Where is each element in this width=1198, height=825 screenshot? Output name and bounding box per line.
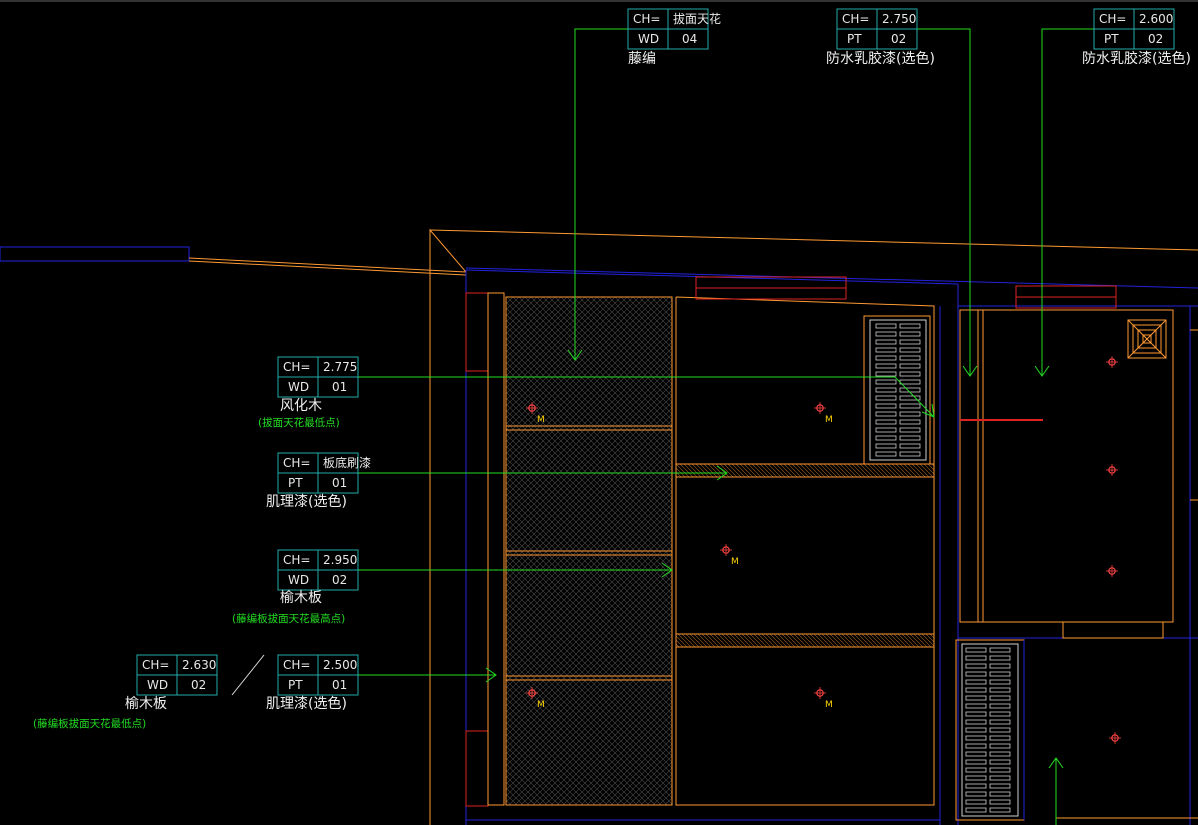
cad-ceiling-plan: M M M M M CH= 拔面天花 WD 04 藤编 CH= 2.750 PT 02 防水乳胶漆(选色)…: [0, 0, 1198, 825]
tag-label: 风化木: [280, 398, 322, 414]
tag-code: PT: [288, 476, 303, 490]
light-fixture: M: [814, 687, 833, 710]
tag-note: (藤编板拔面天花最低点): [33, 717, 146, 730]
light-marker: M: [537, 415, 545, 425]
tag-number: 02: [332, 573, 347, 587]
tag-key: CH=: [283, 553, 310, 567]
tag-number: 01: [332, 678, 347, 692]
tag-code: WD: [288, 380, 309, 394]
tag-label: 藤编: [628, 51, 656, 67]
tag-left-5: CH= 2.500 PT 01 肌理漆(选色): [266, 654, 359, 712]
light-fixture: [1106, 565, 1118, 577]
tag-key: CH=: [633, 12, 660, 26]
tag-label: 榆木板: [280, 590, 322, 606]
tag-code: WD: [147, 678, 168, 692]
light-marker: M: [825, 700, 833, 710]
light-fixture: M: [814, 402, 833, 425]
tag-left-3: CH= 2.950 WD 02 榆木板 (藤编板拔面天花最高点): [232, 549, 359, 625]
tag-key: CH=: [283, 456, 310, 470]
tag-number: 01: [332, 380, 347, 394]
tag-value: 2.600: [1139, 12, 1173, 26]
tag-key: CH=: [283, 360, 310, 374]
tag-left-1: CH= 2.775 WD 01 风化木 (拔面天花最低点): [258, 356, 359, 429]
tag-label: 防水乳胶漆(选色): [1082, 50, 1191, 67]
tag-value: 2.500: [323, 658, 357, 672]
light-fixture: M: [720, 544, 739, 567]
walls: [0, 228, 1198, 825]
tag-value: 2.950: [323, 553, 357, 567]
tag-key: CH=: [842, 12, 869, 26]
tag-key: CH=: [283, 658, 310, 672]
tag-key: CH=: [142, 658, 169, 672]
tag-number: 02: [891, 32, 906, 46]
leader-lines: [358, 28, 1094, 825]
tag-code: PT: [1104, 32, 1119, 46]
light-fixture: [1106, 356, 1118, 368]
tag-label: 防水乳胶漆(选色): [826, 50, 935, 67]
tag-number: 02: [191, 678, 206, 692]
tag-label: 肌理漆(选色): [266, 493, 347, 510]
tag-value: 2.630: [182, 658, 216, 672]
light-marker: M: [825, 415, 833, 425]
tag-value: 2.775: [323, 360, 357, 374]
tag-left-4: CH= 2.630 WD 02 榆木板 (藤编板拔面天花最低点): [33, 654, 218, 730]
tag-top-1: CH= 拔面天花 WD 04 藤编: [627, 8, 721, 67]
vent-slats: [875, 323, 1011, 813]
tag-value: 板底刷漆: [323, 455, 371, 470]
light-marker: M: [731, 557, 739, 567]
tag-label: 肌理漆(选色): [266, 695, 347, 712]
tag-code: WD: [638, 32, 659, 46]
tag-left-2: CH= 板底刷漆 PT 01 肌理漆(选色): [266, 452, 371, 510]
tag-code: PT: [288, 678, 303, 692]
tag-note: (藤编板拔面天花最高点): [232, 612, 345, 625]
tag-top-3: CH= 2.600 PT 02 防水乳胶漆(选色): [1082, 8, 1191, 67]
tag-code: PT: [847, 32, 862, 46]
tag-value: 2.750: [882, 12, 916, 26]
tag-top-2: CH= 2.750 PT 02 防水乳胶漆(选色): [826, 8, 935, 67]
tag-key: CH=: [1099, 12, 1126, 26]
tag-number: 01: [332, 476, 347, 490]
tag-number: 04: [682, 32, 697, 46]
light-fixture: [1106, 464, 1118, 476]
light-marker: M: [537, 700, 545, 710]
light-fixture: [1109, 732, 1121, 744]
tag-number: 02: [1148, 32, 1163, 46]
tag-label: 榆木板: [125, 696, 167, 712]
tag-code: WD: [288, 573, 309, 587]
tag-note: (拔面天花最低点): [258, 416, 340, 429]
tag-value: 拔面天花: [673, 11, 721, 26]
